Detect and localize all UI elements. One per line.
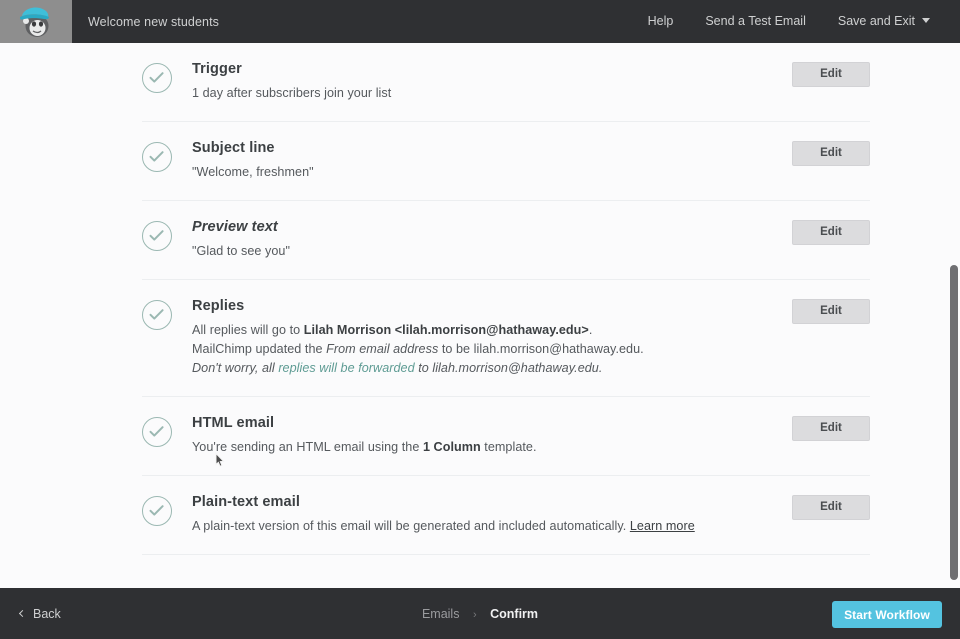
- send-test-email-link[interactable]: Send a Test Email: [689, 0, 822, 43]
- checklist-row: Preview text "Glad to see you" Edit: [142, 201, 870, 280]
- text-segment: 1 Column: [422, 440, 481, 454]
- status-icon-wrap: [142, 494, 192, 526]
- breadcrumb-confirm[interactable]: Confirm: [490, 607, 538, 621]
- edit-button-wrap: Edit: [760, 415, 870, 441]
- mailchimp-confirm-page: Welcome new students Help Send a Test Em…: [0, 0, 960, 639]
- freddie-icon: [20, 6, 49, 37]
- learn-more-link[interactable]: Learn more: [630, 519, 695, 533]
- text-segment: MailChimp updated the: [192, 342, 327, 356]
- status-icon-wrap: [142, 61, 192, 93]
- text-segment: replies will be forwarded: [278, 361, 415, 375]
- breadcrumb-separator-icon: ›: [472, 608, 477, 621]
- checklist-row-title: HTML email: [192, 415, 275, 431]
- text-segment: Lilah Morrison <lilah.morrison@hathaway.…: [303, 323, 589, 337]
- back-button[interactable]: Back: [18, 606, 61, 621]
- check-circle-icon: [142, 417, 172, 447]
- top-bar: Welcome new students Help Send a Test Em…: [0, 0, 960, 43]
- check-circle-icon: [142, 496, 172, 526]
- checklist-row-title: Trigger: [192, 61, 242, 77]
- status-icon-wrap: [142, 298, 192, 330]
- check-circle-icon: [142, 63, 172, 93]
- status-icon-wrap: [142, 219, 192, 251]
- text-segment: 1 day after subscribers join your list: [192, 86, 392, 100]
- checklist-row-description: "Welcome, freshmen": [192, 163, 752, 182]
- chevron-left-icon: [18, 609, 27, 618]
- confirm-checklist-scroll-area[interactable]: Trigger 1 day after subscribers join your…: [0, 43, 960, 588]
- save-and-exit-menu[interactable]: Save and Exit: [822, 0, 946, 43]
- text-segment: A plain-text version of this email will …: [192, 519, 630, 533]
- help-link[interactable]: Help: [632, 0, 690, 43]
- footer-bar: Back Emails › Confirm Start Workflow: [0, 588, 960, 639]
- text-segment: You're sending an HTML email using the: [192, 440, 423, 454]
- edit-button[interactable]: Edit: [792, 299, 870, 324]
- checklist-row-title: Replies: [192, 298, 245, 314]
- check-circle-icon: [142, 300, 172, 330]
- edit-button-wrap: Edit: [760, 298, 870, 324]
- confirm-checklist: Trigger 1 day after subscribers join your…: [142, 43, 870, 555]
- text-segment: "Welcome, freshmen": [192, 165, 314, 179]
- campaign-title: Welcome new students: [88, 14, 219, 29]
- checklist-row-title: Subject line: [192, 140, 275, 156]
- text-segment: to lilah.morrison@hathaway.edu.: [414, 361, 603, 375]
- vertical-scrollbar-track[interactable]: [946, 43, 960, 588]
- checklist-row-description: 1 day after subscribers join your list: [192, 84, 752, 103]
- checklist-row-body: Preview text "Glad to see you": [192, 219, 760, 261]
- edit-button[interactable]: Edit: [792, 220, 870, 245]
- checklist-row-description: MailChimp updated the From email address…: [192, 340, 752, 359]
- checklist-row-description: Don't worry, all replies will be forward…: [192, 359, 752, 378]
- checklist-row: Subject line "Welcome, freshmen" Edit: [142, 122, 870, 201]
- checklist-row-title: Preview text: [192, 219, 278, 235]
- breadcrumb-emails[interactable]: Emails: [422, 607, 460, 621]
- checklist-row-title: Plain-text email: [192, 494, 300, 510]
- checklist-row-description: You're sending an HTML email using the 1…: [192, 438, 752, 457]
- edit-button-wrap: Edit: [760, 140, 870, 166]
- text-segment: From email address: [326, 342, 439, 356]
- save-and-exit-label: Save and Exit: [837, 14, 915, 28]
- checklist-row: Trigger 1 day after subscribers join your…: [142, 43, 870, 122]
- start-workflow-button[interactable]: Start Workflow: [832, 601, 942, 628]
- top-bar-actions: Help Send a Test Email Save and Exit: [632, 0, 960, 43]
- checklist-row: Replies All replies will go to Lilah Morr…: [142, 280, 870, 397]
- edit-button[interactable]: Edit: [792, 141, 870, 166]
- text-segment: .: [588, 323, 593, 337]
- text-segment: "Glad to see you": [192, 244, 291, 258]
- text-segment: Don't worry, all: [192, 361, 279, 375]
- check-circle-icon: [142, 221, 172, 251]
- edit-button[interactable]: Edit: [792, 495, 870, 520]
- vertical-scrollbar-thumb[interactable]: [950, 265, 958, 580]
- checklist-row: Plain-text email A plain-text version of …: [142, 476, 870, 555]
- checklist-row: HTML email You're sending an HTML email u…: [142, 397, 870, 476]
- edit-button-wrap: Edit: [760, 61, 870, 87]
- checklist-row-description: A plain-text version of this email will …: [192, 517, 752, 536]
- breadcrumb: Emails › Confirm: [0, 607, 960, 621]
- mailchimp-freddie-logo[interactable]: [0, 0, 72, 43]
- checklist-row-body: Subject line "Welcome, freshmen": [192, 140, 760, 182]
- text-segment: to be lilah.morrison@hathaway.edu.: [438, 342, 644, 356]
- check-circle-icon: [142, 142, 172, 172]
- edit-button-wrap: Edit: [760, 494, 870, 520]
- edit-button[interactable]: Edit: [792, 62, 870, 87]
- checklist-row-description: "Glad to see you": [192, 242, 752, 261]
- text-segment: All replies will go to: [192, 323, 304, 337]
- chevron-down-icon: [922, 18, 930, 24]
- checklist-row-body: Trigger 1 day after subscribers join your…: [192, 61, 760, 103]
- edit-button-wrap: Edit: [760, 219, 870, 245]
- edit-button[interactable]: Edit: [792, 416, 870, 441]
- checklist-row-body: Plain-text email A plain-text version of …: [192, 494, 760, 536]
- checklist-row-body: Replies All replies will go to Lilah Morr…: [192, 298, 760, 378]
- status-icon-wrap: [142, 140, 192, 172]
- status-icon-wrap: [142, 415, 192, 447]
- back-button-label: Back: [33, 606, 61, 621]
- text-segment: template.: [480, 440, 537, 454]
- checklist-row-description: All replies will go to Lilah Morrison <l…: [192, 321, 752, 340]
- checklist-row-body: HTML email You're sending an HTML email u…: [192, 415, 760, 457]
